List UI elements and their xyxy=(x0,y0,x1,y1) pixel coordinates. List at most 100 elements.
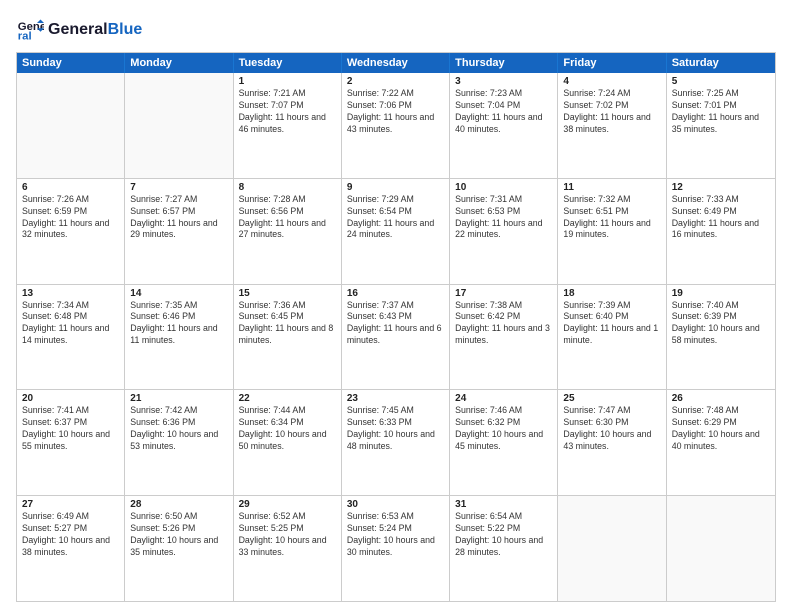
day-number: 1 xyxy=(239,76,336,87)
day-number: 31 xyxy=(455,499,552,510)
calendar-day-14: 14Sunrise: 7:35 AMSunset: 6:46 PMDayligh… xyxy=(125,285,233,390)
calendar-day-empty xyxy=(558,496,666,601)
day-number: 19 xyxy=(672,288,770,299)
day-info: Sunrise: 7:28 AMSunset: 6:56 PMDaylight:… xyxy=(239,194,336,242)
day-number: 7 xyxy=(130,182,227,193)
day-header-tuesday: Tuesday xyxy=(234,53,342,73)
day-number: 23 xyxy=(347,393,444,404)
calendar-day-20: 20Sunrise: 7:41 AMSunset: 6:37 PMDayligh… xyxy=(17,390,125,495)
day-info: Sunrise: 7:29 AMSunset: 6:54 PMDaylight:… xyxy=(347,194,444,242)
day-info: Sunrise: 7:41 AMSunset: 6:37 PMDaylight:… xyxy=(22,405,119,453)
logo-text: GeneralBlue xyxy=(48,21,142,39)
day-number: 4 xyxy=(563,76,660,87)
calendar-day-18: 18Sunrise: 7:39 AMSunset: 6:40 PMDayligh… xyxy=(558,285,666,390)
day-info: Sunrise: 7:26 AMSunset: 6:59 PMDaylight:… xyxy=(22,194,119,242)
svg-text:ral: ral xyxy=(18,31,32,43)
calendar-day-22: 22Sunrise: 7:44 AMSunset: 6:34 PMDayligh… xyxy=(234,390,342,495)
day-number: 3 xyxy=(455,76,552,87)
calendar-day-1: 1Sunrise: 7:21 AMSunset: 7:07 PMDaylight… xyxy=(234,73,342,178)
day-number: 20 xyxy=(22,393,119,404)
calendar-day-8: 8Sunrise: 7:28 AMSunset: 6:56 PMDaylight… xyxy=(234,179,342,284)
day-info: Sunrise: 7:46 AMSunset: 6:32 PMDaylight:… xyxy=(455,405,552,453)
calendar-week-1: 1Sunrise: 7:21 AMSunset: 7:07 PMDaylight… xyxy=(17,73,775,178)
day-info: Sunrise: 6:54 AMSunset: 5:22 PMDaylight:… xyxy=(455,511,552,559)
day-number: 28 xyxy=(130,499,227,510)
day-info: Sunrise: 7:23 AMSunset: 7:04 PMDaylight:… xyxy=(455,88,552,136)
day-info: Sunrise: 7:45 AMSunset: 6:33 PMDaylight:… xyxy=(347,405,444,453)
calendar-week-4: 20Sunrise: 7:41 AMSunset: 6:37 PMDayligh… xyxy=(17,389,775,495)
calendar-day-empty xyxy=(17,73,125,178)
calendar-day-empty xyxy=(667,496,775,601)
calendar-day-9: 9Sunrise: 7:29 AMSunset: 6:54 PMDaylight… xyxy=(342,179,450,284)
day-number: 24 xyxy=(455,393,552,404)
day-header-wednesday: Wednesday xyxy=(342,53,450,73)
day-number: 8 xyxy=(239,182,336,193)
day-info: Sunrise: 7:38 AMSunset: 6:42 PMDaylight:… xyxy=(455,300,552,348)
page-header: Gene ral GeneralBlue xyxy=(16,16,776,44)
day-info: Sunrise: 7:35 AMSunset: 6:46 PMDaylight:… xyxy=(130,300,227,348)
day-number: 5 xyxy=(672,76,770,87)
day-info: Sunrise: 7:34 AMSunset: 6:48 PMDaylight:… xyxy=(22,300,119,348)
day-info: Sunrise: 6:52 AMSunset: 5:25 PMDaylight:… xyxy=(239,511,336,559)
calendar-body: 1Sunrise: 7:21 AMSunset: 7:07 PMDaylight… xyxy=(17,73,775,601)
calendar-day-19: 19Sunrise: 7:40 AMSunset: 6:39 PMDayligh… xyxy=(667,285,775,390)
calendar-day-27: 27Sunrise: 6:49 AMSunset: 5:27 PMDayligh… xyxy=(17,496,125,601)
day-info: Sunrise: 7:42 AMSunset: 6:36 PMDaylight:… xyxy=(130,405,227,453)
day-header-thursday: Thursday xyxy=(450,53,558,73)
calendar-day-28: 28Sunrise: 6:50 AMSunset: 5:26 PMDayligh… xyxy=(125,496,233,601)
calendar-day-30: 30Sunrise: 6:53 AMSunset: 5:24 PMDayligh… xyxy=(342,496,450,601)
calendar-day-empty xyxy=(125,73,233,178)
calendar-day-12: 12Sunrise: 7:33 AMSunset: 6:49 PMDayligh… xyxy=(667,179,775,284)
day-header-monday: Monday xyxy=(125,53,233,73)
calendar-week-5: 27Sunrise: 6:49 AMSunset: 5:27 PMDayligh… xyxy=(17,495,775,601)
calendar-day-4: 4Sunrise: 7:24 AMSunset: 7:02 PMDaylight… xyxy=(558,73,666,178)
calendar-day-7: 7Sunrise: 7:27 AMSunset: 6:57 PMDaylight… xyxy=(125,179,233,284)
day-info: Sunrise: 7:40 AMSunset: 6:39 PMDaylight:… xyxy=(672,300,770,348)
calendar-header: SundayMondayTuesdayWednesdayThursdayFrid… xyxy=(17,53,775,73)
day-number: 21 xyxy=(130,393,227,404)
day-info: Sunrise: 7:32 AMSunset: 6:51 PMDaylight:… xyxy=(563,194,660,242)
day-info: Sunrise: 7:21 AMSunset: 7:07 PMDaylight:… xyxy=(239,88,336,136)
calendar-day-16: 16Sunrise: 7:37 AMSunset: 6:43 PMDayligh… xyxy=(342,285,450,390)
calendar-day-13: 13Sunrise: 7:34 AMSunset: 6:48 PMDayligh… xyxy=(17,285,125,390)
day-number: 11 xyxy=(563,182,660,193)
calendar-week-2: 6Sunrise: 7:26 AMSunset: 6:59 PMDaylight… xyxy=(17,178,775,284)
logo-icon: Gene ral xyxy=(16,16,44,44)
day-info: Sunrise: 7:31 AMSunset: 6:53 PMDaylight:… xyxy=(455,194,552,242)
day-number: 22 xyxy=(239,393,336,404)
calendar-week-3: 13Sunrise: 7:34 AMSunset: 6:48 PMDayligh… xyxy=(17,284,775,390)
calendar-day-2: 2Sunrise: 7:22 AMSunset: 7:06 PMDaylight… xyxy=(342,73,450,178)
day-number: 13 xyxy=(22,288,119,299)
calendar-day-3: 3Sunrise: 7:23 AMSunset: 7:04 PMDaylight… xyxy=(450,73,558,178)
calendar-day-11: 11Sunrise: 7:32 AMSunset: 6:51 PMDayligh… xyxy=(558,179,666,284)
day-info: Sunrise: 6:50 AMSunset: 5:26 PMDaylight:… xyxy=(130,511,227,559)
day-number: 10 xyxy=(455,182,552,193)
logo: Gene ral GeneralBlue xyxy=(16,16,142,44)
calendar-day-25: 25Sunrise: 7:47 AMSunset: 6:30 PMDayligh… xyxy=(558,390,666,495)
calendar-day-29: 29Sunrise: 6:52 AMSunset: 5:25 PMDayligh… xyxy=(234,496,342,601)
calendar-page: Gene ral GeneralBlue SundayMondayTuesday… xyxy=(0,0,792,612)
day-number: 30 xyxy=(347,499,444,510)
day-number: 6 xyxy=(22,182,119,193)
day-info: Sunrise: 7:37 AMSunset: 6:43 PMDaylight:… xyxy=(347,300,444,348)
day-number: 29 xyxy=(239,499,336,510)
day-info: Sunrise: 7:47 AMSunset: 6:30 PMDaylight:… xyxy=(563,405,660,453)
day-header-sunday: Sunday xyxy=(17,53,125,73)
calendar-day-21: 21Sunrise: 7:42 AMSunset: 6:36 PMDayligh… xyxy=(125,390,233,495)
day-info: Sunrise: 7:39 AMSunset: 6:40 PMDaylight:… xyxy=(563,300,660,348)
day-info: Sunrise: 7:25 AMSunset: 7:01 PMDaylight:… xyxy=(672,88,770,136)
day-number: 2 xyxy=(347,76,444,87)
day-info: Sunrise: 7:36 AMSunset: 6:45 PMDaylight:… xyxy=(239,300,336,348)
calendar-day-23: 23Sunrise: 7:45 AMSunset: 6:33 PMDayligh… xyxy=(342,390,450,495)
day-info: Sunrise: 7:44 AMSunset: 6:34 PMDaylight:… xyxy=(239,405,336,453)
day-number: 26 xyxy=(672,393,770,404)
day-number: 12 xyxy=(672,182,770,193)
day-info: Sunrise: 7:33 AMSunset: 6:49 PMDaylight:… xyxy=(672,194,770,242)
day-number: 16 xyxy=(347,288,444,299)
calendar-day-10: 10Sunrise: 7:31 AMSunset: 6:53 PMDayligh… xyxy=(450,179,558,284)
day-info: Sunrise: 7:22 AMSunset: 7:06 PMDaylight:… xyxy=(347,88,444,136)
day-info: Sunrise: 7:27 AMSunset: 6:57 PMDaylight:… xyxy=(130,194,227,242)
day-number: 9 xyxy=(347,182,444,193)
day-info: Sunrise: 6:49 AMSunset: 5:27 PMDaylight:… xyxy=(22,511,119,559)
day-number: 18 xyxy=(563,288,660,299)
